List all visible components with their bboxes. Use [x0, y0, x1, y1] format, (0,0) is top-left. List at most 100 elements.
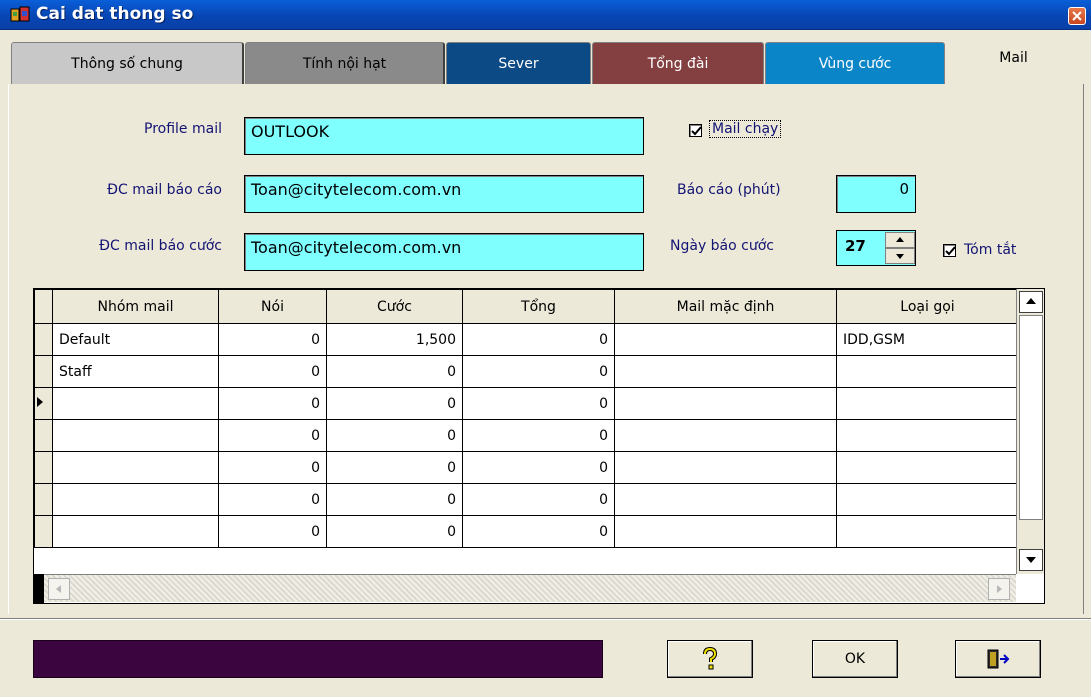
- col-header-total[interactable]: Tổng: [462, 289, 615, 324]
- horizontal-scrollbar[interactable]: [44, 574, 1016, 602]
- cell-total[interactable]: 0: [462, 483, 615, 516]
- cell-charge[interactable]: 0: [326, 387, 463, 420]
- cell-charge[interactable]: 0: [326, 483, 463, 516]
- scroll-up-button[interactable]: [1019, 291, 1043, 313]
- vertical-scrollbar[interactable]: [1016, 289, 1044, 574]
- cell-default-mail[interactable]: [614, 451, 837, 484]
- window-title: Cai dat thong so: [36, 4, 194, 24]
- tab-mail[interactable]: Mail: [946, 36, 1081, 84]
- table-row[interactable]: 000: [34, 451, 1019, 484]
- tab-server[interactable]: Sever: [446, 42, 591, 84]
- bottom-separator: [0, 618, 1091, 620]
- cell-charge[interactable]: 0: [326, 515, 463, 548]
- col-header-call-type[interactable]: Loại gọi: [836, 289, 1019, 324]
- row-indicator[interactable]: [34, 419, 53, 452]
- cell-group[interactable]: [52, 483, 219, 516]
- spin-up-button[interactable]: [885, 232, 915, 248]
- cell-default-mail[interactable]: [614, 419, 837, 452]
- col-header-default-mail[interactable]: Mail mặc định: [614, 289, 837, 324]
- cell-charge[interactable]: 0: [326, 419, 463, 452]
- cell-group[interactable]: [52, 387, 219, 420]
- cell-call-type[interactable]: [836, 451, 1019, 484]
- tab-local-calls[interactable]: Tính nội hạt: [245, 42, 445, 84]
- summary-checkbox[interactable]: [943, 244, 957, 258]
- cell-total[interactable]: 0: [462, 387, 615, 420]
- spin-down-button[interactable]: [885, 248, 915, 264]
- cell-total[interactable]: 0: [462, 355, 615, 388]
- ok-button[interactable]: OK: [812, 640, 898, 678]
- table-row[interactable]: 000: [34, 483, 1019, 516]
- profile-mail-input[interactable]: OUTLOOK: [244, 117, 644, 155]
- billing-mail-input[interactable]: Toan@citytelecom.com.vn: [244, 233, 644, 271]
- cell-call-type[interactable]: [836, 515, 1019, 548]
- arrow-right-icon: [997, 585, 1002, 593]
- cell-total[interactable]: 0: [462, 515, 615, 548]
- close-icon: [1072, 11, 1082, 21]
- cell-total[interactable]: 0: [462, 451, 615, 484]
- row-indicator[interactable]: [34, 483, 53, 516]
- col-header-group[interactable]: Nhóm mail: [52, 289, 219, 324]
- cell-group[interactable]: [52, 451, 219, 484]
- cell-group[interactable]: [52, 515, 219, 548]
- scroll-right-button[interactable]: [988, 578, 1010, 600]
- cell-group[interactable]: [52, 419, 219, 452]
- cell-call-type[interactable]: [836, 483, 1019, 516]
- billing-day-value[interactable]: 27: [845, 237, 866, 255]
- tab-rate-zones[interactable]: Vùng cước: [765, 42, 945, 84]
- row-indicator[interactable]: [34, 323, 53, 356]
- row-indicator[interactable]: [34, 387, 53, 420]
- table-row[interactable]: 000: [34, 419, 1019, 452]
- cell-call-type[interactable]: [836, 419, 1019, 452]
- mail-groups-grid[interactable]: Nhóm mail Nói Cước Tổng Mail mặc định Lo…: [33, 288, 1045, 604]
- table-row[interactable]: 000: [34, 387, 1019, 420]
- cell-default-mail[interactable]: [614, 387, 837, 420]
- cell-call-type[interactable]: [836, 355, 1019, 388]
- mail-running-label[interactable]: Mail chạy: [709, 120, 782, 138]
- question-mark-icon: [703, 647, 718, 670]
- cell-talk[interactable]: 0: [218, 355, 327, 388]
- cell-talk[interactable]: 0: [218, 451, 327, 484]
- profile-mail-label: Profile mail: [144, 121, 222, 137]
- help-button[interactable]: [667, 640, 753, 678]
- tab-switchboard[interactable]: Tổng đài: [592, 42, 764, 84]
- cell-default-mail[interactable]: [614, 323, 837, 356]
- close-button[interactable]: [1068, 7, 1086, 25]
- cell-group[interactable]: Staff: [52, 355, 219, 388]
- cell-talk[interactable]: 0: [218, 483, 327, 516]
- mail-running-checkbox[interactable]: [689, 124, 703, 138]
- cell-group[interactable]: Default: [52, 323, 219, 356]
- table-row[interactable]: 000: [34, 515, 1019, 548]
- report-mail-input[interactable]: Toan@citytelecom.com.vn: [244, 175, 644, 213]
- cell-total[interactable]: 0: [462, 323, 615, 356]
- cell-call-type[interactable]: [836, 387, 1019, 420]
- summary-label[interactable]: Tóm tắt: [964, 242, 1016, 258]
- checkbox-box: [943, 244, 956, 257]
- report-minutes-input[interactable]: 0: [836, 175, 916, 213]
- cell-default-mail[interactable]: [614, 515, 837, 548]
- row-indicator[interactable]: [34, 451, 53, 484]
- cell-default-mail[interactable]: [614, 355, 837, 388]
- row-indicator[interactable]: [34, 355, 53, 388]
- table-row[interactable]: Default 0 1,500 0 IDD,GSM: [34, 323, 1019, 356]
- cell-total[interactable]: 0: [462, 419, 615, 452]
- scroll-down-button[interactable]: [1019, 549, 1043, 571]
- title-bar[interactable]: Cai dat thong so: [0, 0, 1091, 30]
- cell-talk[interactable]: 0: [218, 419, 327, 452]
- scroll-thumb[interactable]: [1019, 315, 1043, 520]
- row-indicator[interactable]: [34, 515, 53, 548]
- tab-general-settings[interactable]: Thông số chung: [11, 42, 244, 84]
- table-row[interactable]: Staff 0 0 0: [34, 355, 1019, 388]
- arrow-up-icon: [896, 237, 904, 242]
- cell-call-type[interactable]: IDD,GSM: [836, 323, 1019, 356]
- cell-talk[interactable]: 0: [218, 387, 327, 420]
- cell-charge[interactable]: 0: [326, 355, 463, 388]
- cell-default-mail[interactable]: [614, 483, 837, 516]
- cell-talk[interactable]: 0: [218, 515, 327, 548]
- exit-button[interactable]: [955, 640, 1041, 678]
- col-header-charge[interactable]: Cước: [326, 289, 463, 324]
- col-header-talk[interactable]: Nói: [218, 289, 327, 324]
- cell-charge[interactable]: 0: [326, 451, 463, 484]
- cell-charge[interactable]: 1,500: [326, 323, 463, 356]
- scroll-left-button[interactable]: [48, 578, 70, 600]
- cell-talk[interactable]: 0: [218, 323, 327, 356]
